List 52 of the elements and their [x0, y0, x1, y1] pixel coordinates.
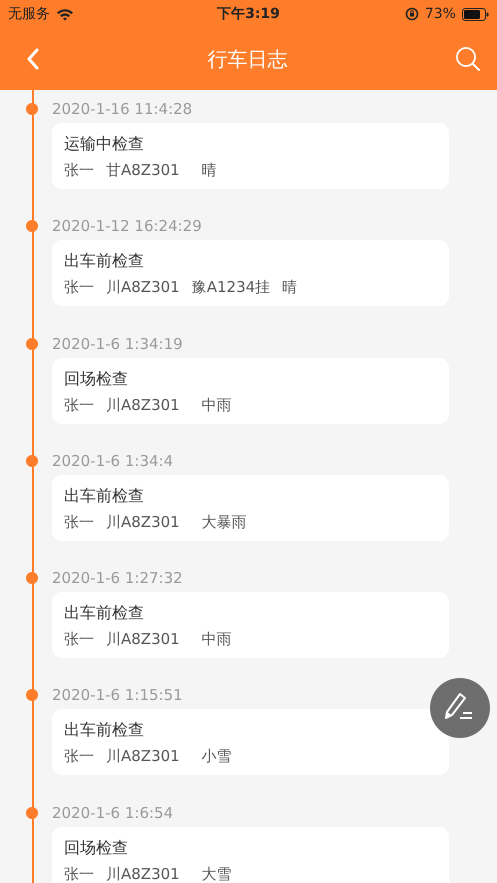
check-type: 出车前检查	[64, 484, 145, 507]
plate-number: 甘A8Z301	[106, 160, 180, 180]
weather-label: 中雨	[202, 629, 232, 650]
weather-label: 晴	[282, 277, 298, 298]
log-card[interactable]: 运输中检查 张一 甘A8Z301 晴	[52, 123, 449, 189]
battery-icon	[462, 8, 489, 20]
check-type: 回场检查	[64, 836, 129, 859]
log-timestamp: 2020-1-6 1:6:54	[52, 804, 174, 822]
weather-label: 小雪	[202, 746, 232, 766]
clock-time: 下午3:19	[217, 5, 280, 23]
plate-number: 川A8Z301	[106, 394, 180, 415]
plate-number: 川A8Z301	[106, 864, 180, 883]
log-timestamp: 2020-1-12 16:24:29	[52, 217, 202, 236]
driver-name: 张一	[64, 629, 94, 650]
check-type: 回场检查	[64, 368, 129, 390]
search-icon[interactable]	[455, 46, 481, 72]
log-card[interactable]: 出车前检查 张一 川A8Z301 大暴雨	[52, 474, 449, 541]
trailer-plate: 豫A1234挂	[192, 277, 270, 298]
plate-number: 川A8Z301	[106, 746, 180, 766]
carrier-label: 无服务	[8, 5, 50, 23]
log-card[interactable]: 出车前检查 张一 川A8Z301 豫A1234挂 晴	[52, 240, 449, 306]
weather-label: 晴	[202, 160, 217, 180]
plate-number: 川A8Z301	[106, 629, 180, 650]
log-card[interactable]: 出车前检查 张一 川A8Z301 小雪	[52, 709, 449, 776]
back-icon[interactable]	[26, 48, 40, 70]
log-timestamp: 2020-1-6 1:34:4	[52, 452, 174, 470]
driver-name: 张一	[64, 746, 94, 766]
log-card[interactable]: 回场检查 张一 川A8Z301 大雪	[52, 826, 449, 883]
weather-label: 大雪	[202, 864, 232, 883]
check-type: 运输中检查	[64, 133, 145, 155]
log-timestamp: 2020-1-6 1:27:32	[52, 569, 183, 588]
driver-name: 张一	[64, 277, 94, 298]
check-type: 出车前检查	[64, 250, 145, 272]
driver-name: 张一	[64, 512, 94, 532]
log-card[interactable]: 回场检查 张一 川A8Z301 中雨	[52, 358, 449, 424]
log-card[interactable]: 出车前检查 张一 川A8Z301 中雨	[52, 592, 449, 658]
plate-number: 川A8Z301	[106, 277, 180, 298]
driver-name: 张一	[64, 864, 94, 883]
wifi-icon	[56, 8, 74, 20]
log-timestamp: 2020-1-6 1:15:51	[52, 686, 183, 704]
driver-name: 张一	[64, 160, 94, 180]
plate-number: 川A8Z301	[106, 512, 180, 532]
log-timestamp: 2020-1-6 1:34:19	[52, 334, 183, 353]
weather-label: 中雨	[202, 394, 232, 415]
driver-name: 张一	[64, 394, 94, 415]
rotation-lock-icon	[404, 7, 419, 21]
battery-percent: 73%	[424, 6, 456, 22]
page-title: 行车日志	[208, 46, 288, 72]
check-type: 出车前检查	[64, 719, 145, 742]
check-type: 出车前检查	[64, 602, 145, 624]
log-timestamp: 2020-1-16 11:4:28	[52, 100, 192, 118]
weather-label: 大暴雨	[202, 512, 247, 532]
